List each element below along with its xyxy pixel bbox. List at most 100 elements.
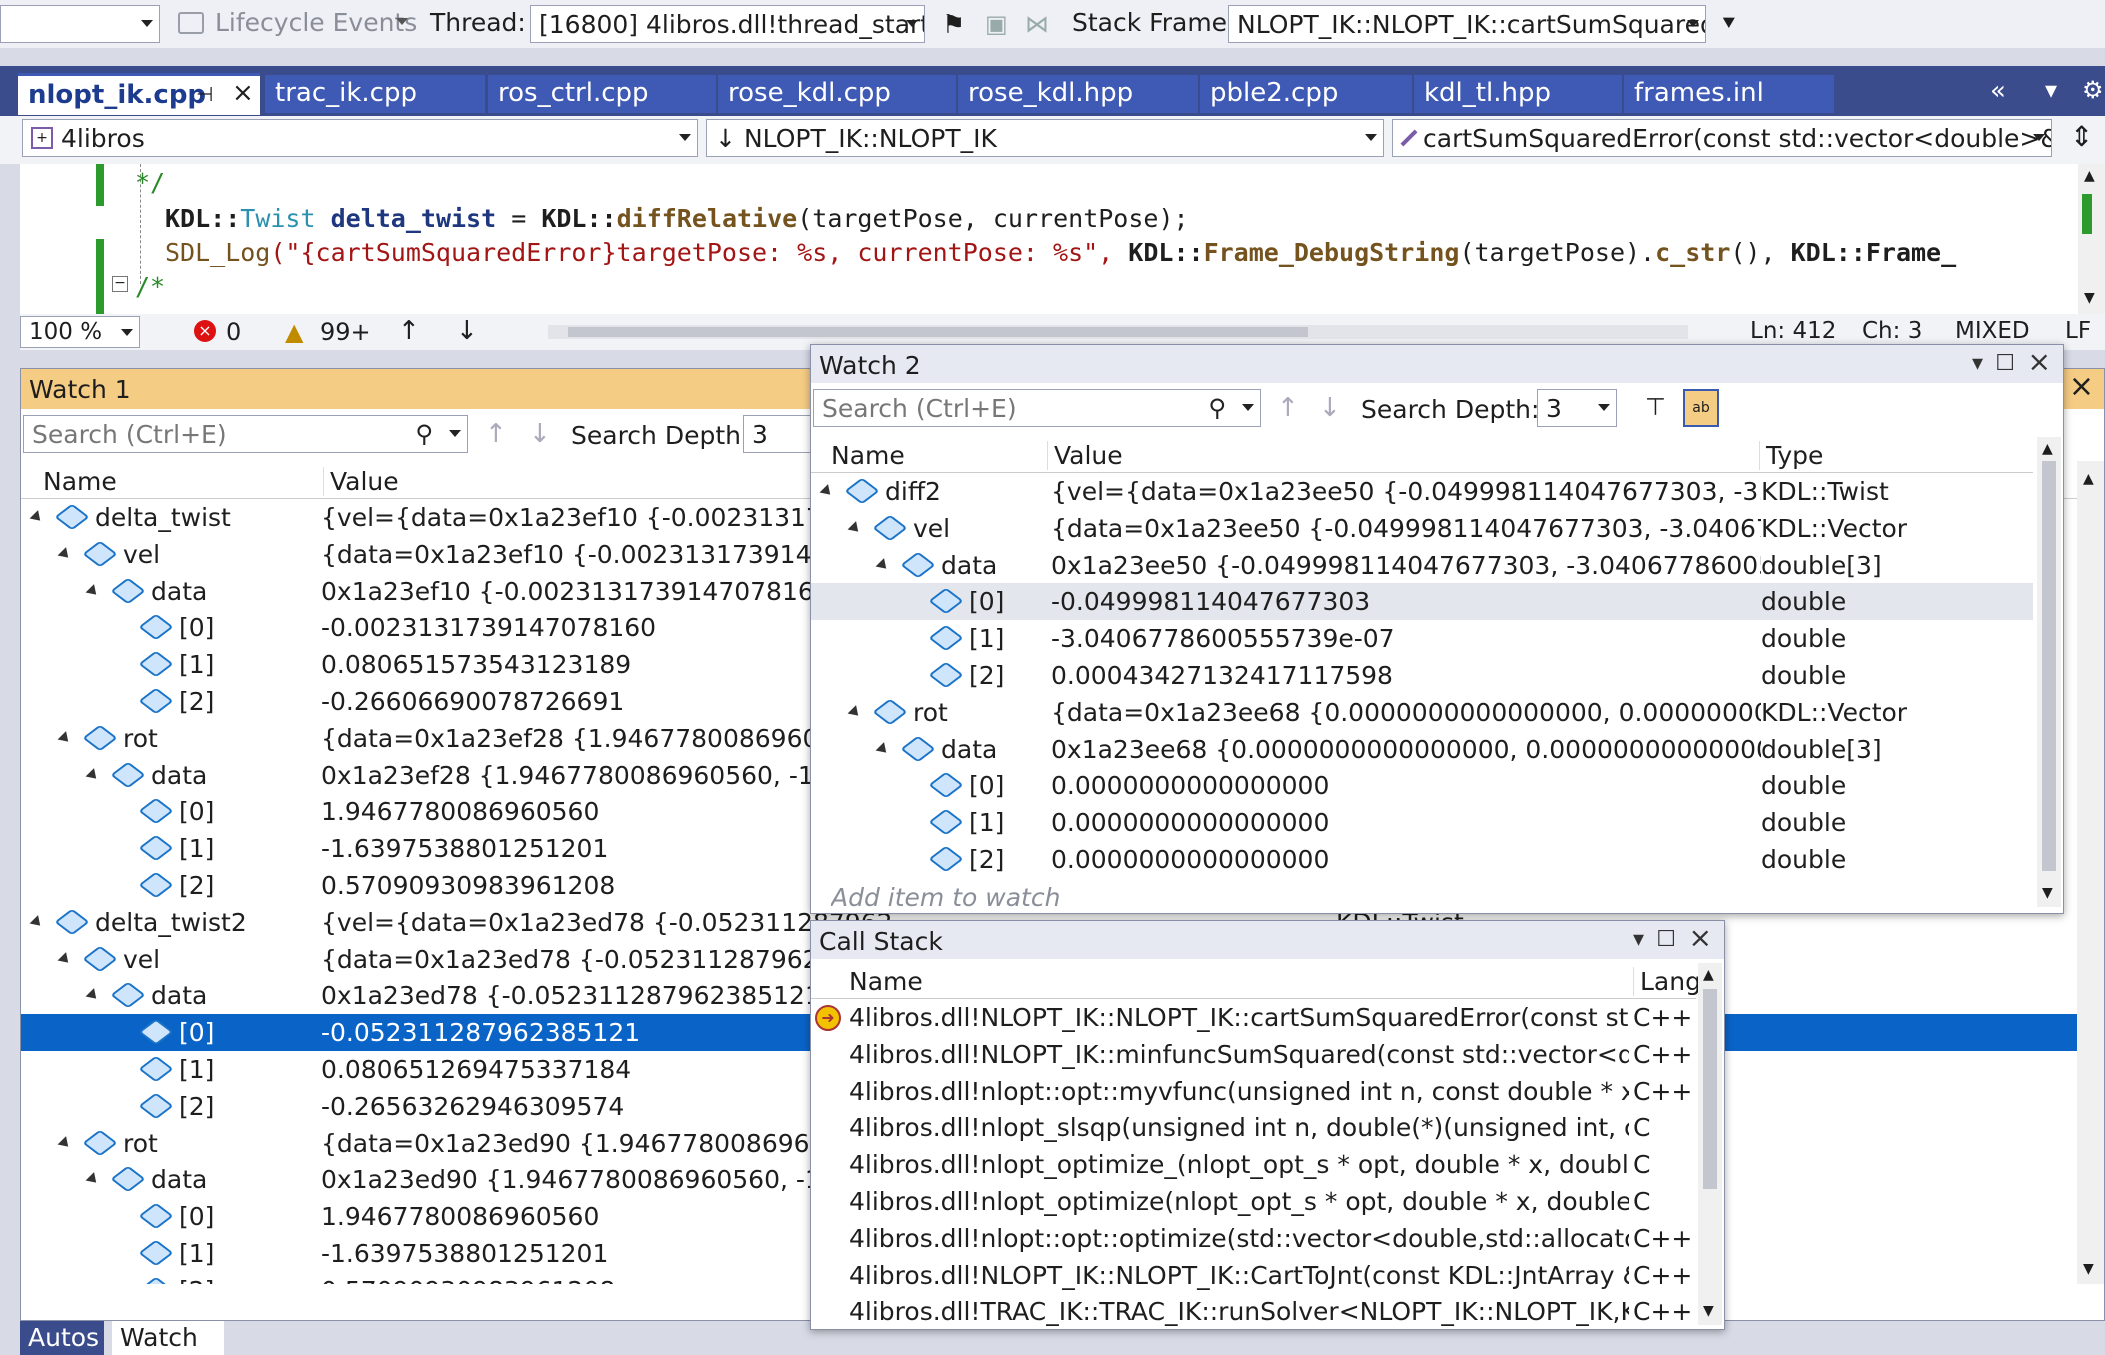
watch2-row[interactable]: [0] 0.0000000000000000 double xyxy=(811,767,2033,804)
add-item-placeholder[interactable]: Add item to watch xyxy=(831,883,1060,913)
pin-icon[interactable]: ⊣ xyxy=(196,82,213,106)
col-value[interactable]: Value xyxy=(1047,441,1123,470)
expand-toggle-icon[interactable] xyxy=(875,557,891,573)
scroll-thumb[interactable] xyxy=(1703,989,1717,1189)
callstack-frame[interactable]: 4libros.dll!nlopt_optimize(nlopt_opt_s *… xyxy=(811,1183,1696,1220)
bottom-tab-watch1[interactable]: Watch 1 xyxy=(112,1321,224,1355)
close-icon[interactable]: × xyxy=(2028,345,2051,378)
watch1-search[interactable]: Search (Ctrl+E) ⚲ xyxy=(23,415,468,453)
var-value[interactable]: 0x1a23ee68 {0.0000000000000000, 0.000000… xyxy=(1051,731,1761,768)
var-value[interactable]: 0.0000000000000000 xyxy=(1051,804,1761,841)
tab-trac-ik-cpp[interactable]: trac_ik.cpp xyxy=(265,75,485,113)
maximize-icon[interactable]: ☐ xyxy=(1995,351,2015,376)
callstack-frame[interactable]: 4libros.dll!TRAC_IK::TRAC_IK::runSolver<… xyxy=(811,1293,1696,1329)
tab-rose-kdl-hpp[interactable]: rose_kdl.hpp xyxy=(958,75,1198,113)
editor-scrollbar[interactable]: ▲ ▼ xyxy=(2078,164,2105,314)
col-name[interactable]: Name xyxy=(831,441,905,470)
var-value[interactable]: {data=0x1a23ee68 {0.0000000000000000, 0.… xyxy=(1051,694,1761,731)
expand-toggle-icon[interactable] xyxy=(875,741,891,757)
expand-toggle-icon[interactable] xyxy=(57,951,73,967)
var-value[interactable]: {vel={data=0x1a23ee50 {-0.04999811404767… xyxy=(1051,473,1761,510)
chevron-down-icon[interactable] xyxy=(449,430,461,437)
watch1-scrollbar[interactable]: ▲ ▼ xyxy=(2077,461,2104,1284)
expand-toggle-icon[interactable] xyxy=(29,510,45,525)
tab-overflow-icon[interactable]: « xyxy=(1990,76,2006,106)
next-issue-icon[interactable]: ↓ xyxy=(456,316,478,346)
thread-combo[interactable]: [16800] 4libros.dll!thread_start< xyxy=(530,5,925,43)
callstack-frame[interactable]: ➜ 4libros.dll!NLOPT_IK::NLOPT_IK::cartSum… xyxy=(811,999,1696,1036)
scroll-thumb[interactable] xyxy=(568,327,1308,337)
callstack-frame[interactable]: 4libros.dll!NLOPT_IK::minfuncSumSquared(… xyxy=(811,1036,1696,1073)
tab-frames-inl[interactable]: frames.inl xyxy=(1624,75,1834,113)
chevron-down-icon[interactable] xyxy=(1242,404,1254,411)
tab-menu-icon[interactable]: ▾ xyxy=(2045,76,2057,104)
callstack-frame[interactable]: 4libros.dll!nlopt::opt::optimize(std::ve… xyxy=(811,1220,1696,1257)
callstack-frame[interactable]: 4libros.dll!nlopt::opt::myvfunc(unsigned… xyxy=(811,1073,1696,1110)
watch2-row[interactable]: [2] 0.0000000000000000 double xyxy=(811,841,2033,878)
expand-toggle-icon[interactable] xyxy=(29,914,45,930)
callstack-scrollbar[interactable]: ▲ ▼ xyxy=(1698,963,1722,1325)
expand-toggle-icon[interactable] xyxy=(85,583,101,599)
thread-switch-icon[interactable]: ▣ xyxy=(985,10,1008,38)
horizontal-scrollbar[interactable] xyxy=(548,325,1688,339)
watch2-row[interactable]: [0] -0.049998114047677303 double xyxy=(811,583,2033,621)
close-icon[interactable]: × xyxy=(1689,921,1712,954)
callstack-header[interactable]: Call Stack ▾ ☐ × xyxy=(811,921,1724,959)
watch2-row[interactable]: rot {data=0x1a23ee68 {0.0000000000000000,… xyxy=(811,694,2033,731)
search-icon[interactable]: ⚲ xyxy=(1208,394,1226,422)
col-value[interactable]: Value xyxy=(323,467,399,496)
expand-toggle-icon[interactable] xyxy=(85,767,101,783)
pin-icon[interactable]: ⊤ xyxy=(1645,393,1666,421)
stack-frame-combo[interactable]: NLOPT_IK::NLOPT_IK::cartSumSquared xyxy=(1228,5,1706,43)
bottom-tab-autos[interactable]: Autos xyxy=(20,1321,104,1355)
watch2-scrollbar[interactable]: ▲ ▼ xyxy=(2037,437,2061,907)
col-lang[interactable]: Lang xyxy=(1633,967,1701,996)
watch2-row[interactable]: [2] 0.00043427132417117598 double xyxy=(811,657,2033,694)
callstack-frame[interactable]: 4libros.dll!NLOPT_IK::NLOPT_IK::CartToJn… xyxy=(811,1257,1696,1294)
search-icon[interactable]: ⚲ xyxy=(415,420,433,448)
window-menu-icon[interactable]: ▾ xyxy=(1972,351,1983,376)
search-up-icon[interactable]: ↑ xyxy=(1277,393,1299,423)
maximize-icon[interactable]: ☐ xyxy=(1656,927,1676,952)
scope-combo[interactable]: ↓ NLOPT_IK::NLOPT_IK xyxy=(706,119,1384,157)
watch2-row[interactable]: [1] 0.0000000000000000 double xyxy=(811,804,2033,841)
tab-pble2-cpp[interactable]: pble2.cpp xyxy=(1200,75,1412,113)
var-value[interactable]: 0.00043427132417117598 xyxy=(1051,657,1761,694)
hex-display-icon[interactable]: ab xyxy=(1683,389,1719,427)
tab-ros-ctrl-cpp[interactable]: ros_ctrl.cpp xyxy=(488,75,716,113)
var-value[interactable]: -3.0406778600555739e-07 xyxy=(1051,620,1761,657)
var-value[interactable]: {data=0x1a23ee50 {-0.049998114047677303,… xyxy=(1051,510,1761,547)
split-icon[interactable]: ⇕ xyxy=(2070,120,2093,153)
watch2-depth-combo[interactable]: 3 xyxy=(1537,389,1617,427)
fold-icon[interactable]: − xyxy=(112,276,128,292)
watch2-row[interactable]: data 0x1a23ee50 {-0.049998114047677303, -… xyxy=(811,547,2033,584)
col-name[interactable]: Name xyxy=(849,967,923,996)
code-editor[interactable]: */ KDL::Twist delta_twist = KDL::diffRel… xyxy=(20,164,2080,314)
close-icon[interactable]: × xyxy=(2069,369,2094,404)
project-combo[interactable]: + 4libros xyxy=(22,119,698,157)
overflow-icon[interactable]: ⯆ xyxy=(1720,12,1738,37)
var-value[interactable]: 0.0000000000000000 xyxy=(1051,767,1761,804)
error-icon[interactable]: × xyxy=(194,320,216,342)
callstack-frame[interactable]: 4libros.dll!nlopt_optimize_(nlopt_opt_s … xyxy=(811,1146,1696,1183)
expand-toggle-icon[interactable] xyxy=(847,704,863,720)
callstack-frame[interactable]: 4libros.dll!nlopt_slsqp(unsigned int n, … xyxy=(811,1109,1696,1146)
lifecycle-icon[interactable] xyxy=(178,12,204,34)
expand-toggle-icon[interactable] xyxy=(57,1135,73,1151)
warning-icon[interactable]: ▲ xyxy=(285,318,303,346)
filter-icon[interactable]: ⋈ xyxy=(1025,10,1049,38)
zoom-combo[interactable]: 100 % xyxy=(20,316,140,348)
search-down-icon[interactable]: ↓ xyxy=(1319,393,1341,423)
prev-issue-icon[interactable]: ↑ xyxy=(398,316,420,346)
var-value[interactable]: -0.049998114047677303 xyxy=(1051,583,1761,620)
close-icon[interactable]: × xyxy=(232,78,254,108)
watch2-row[interactable]: vel {data=0x1a23ee50 {-0.0499981140476773… xyxy=(811,510,2033,547)
lifecycle-events-label[interactable]: Lifecycle Events xyxy=(215,8,417,37)
chevron-down-icon[interactable] xyxy=(396,18,408,25)
tab-rose-kdl-cpp[interactable]: rose_kdl.cpp xyxy=(718,75,956,113)
expand-toggle-icon[interactable] xyxy=(57,546,73,562)
col-type[interactable]: Type xyxy=(1759,441,1823,470)
watch2-header[interactable]: Watch 2 ▾ ☐ × xyxy=(811,345,2063,383)
watch2-row[interactable]: [1] -3.0406778600555739e-07 double xyxy=(811,620,2033,657)
search-down-icon[interactable]: ↓ xyxy=(529,419,551,449)
